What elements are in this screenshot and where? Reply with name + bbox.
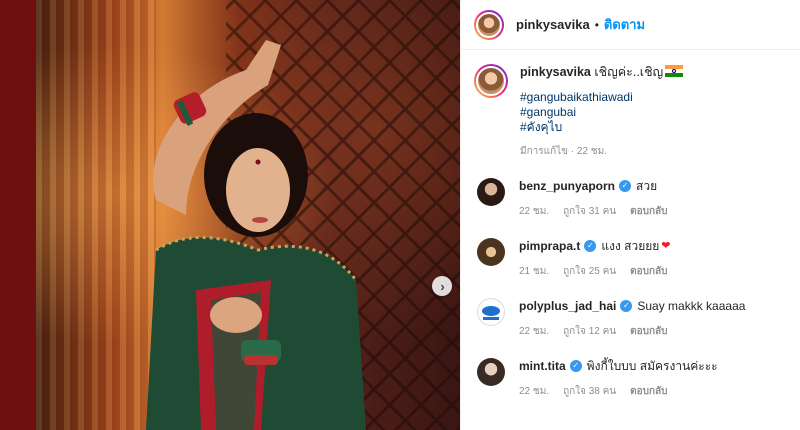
comment-text: แงง สวยยย — [601, 239, 660, 253]
india-flag-icon — [665, 65, 684, 77]
caption-author-avatar[interactable] — [474, 64, 508, 98]
comment-text: พิงกี้ใบบบ สมัครงานค่ะะะ — [586, 359, 718, 373]
comment-likes[interactable]: ถูกใจ 31 คน — [563, 204, 616, 220]
chevron-right-icon: › — [440, 278, 445, 294]
next-photo-button[interactable]: › — [432, 276, 452, 296]
reply-button[interactable]: ตอบกลับ — [630, 264, 667, 280]
verified-badge-icon: ✓ — [584, 240, 597, 252]
heart-emoji-icon: ❤ — [661, 240, 671, 252]
hashtag-link[interactable]: #gangubai — [520, 105, 683, 120]
comment-line: mint.tita ✓ พิงกี้ใบบบ สมัครงานค่ะะะ — [519, 358, 718, 374]
comment-likes[interactable]: ถูกใจ 12 คน — [563, 324, 616, 340]
comment-text: สวย — [636, 179, 658, 193]
commenter-avatar[interactable] — [477, 298, 505, 326]
commenter-avatar[interactable] — [477, 178, 505, 206]
comment-time[interactable]: 22 ชม. — [519, 324, 549, 340]
comment-line: pimprapa.t ✓ แงง สวยยย ❤ — [519, 238, 671, 254]
reply-button[interactable]: ตอบกลับ — [630, 324, 667, 340]
comment-meta: 22 ชม. ถูกใจ 38 คน ตอบกลับ — [519, 384, 718, 400]
caption-author-avatar-image — [476, 66, 506, 96]
post-details-panel: pinkysavika • ติดตาม pinkysavika เชิญค่ะ… — [460, 0, 800, 430]
comment-body: mint.tita ✓ พิงกี้ใบบบ สมัครงานค่ะะะ 22 … — [519, 358, 718, 400]
header-separator: • — [594, 17, 599, 32]
commenter-username[interactable]: benz_punyaporn — [519, 178, 615, 194]
commenter-username[interactable]: pimprapa.t — [519, 238, 580, 254]
comment-meta: 22 ชม. ถูกใจ 12 คน ตอบกลับ — [519, 324, 745, 340]
comment-meta: 22 ชม. ถูกใจ 31 คน ตอบกลับ — [519, 204, 668, 220]
instagram-post-view: › pinkysavika • ติดตาม pinkysavika เชิญค… — [0, 0, 800, 430]
comment-meta: 21 ชม. ถูกใจ 25 คน ตอบกลับ — [519, 264, 671, 280]
comment-body: benz_punyaporn ✓ สวย 22 ชม. ถูกใจ 31 คน … — [519, 178, 668, 220]
caption-body: pinkysavika เชิญค่ะ..เชิญ #gangubaikathi… — [520, 64, 684, 160]
caption-meta: มีการแก้ไข · 22 ชม. — [520, 146, 607, 157]
comment-line: benz_punyaporn ✓ สวย — [519, 178, 668, 194]
reply-button[interactable]: ตอบกลับ — [630, 204, 667, 220]
commenter-avatar[interactable] — [477, 238, 505, 266]
comment-line: polyplus_jad_hai ✓ Suay makkk kaaaaa — [519, 298, 745, 314]
post-photo[interactable] — [36, 0, 460, 430]
hashtag-link[interactable]: #คังคุไบ — [520, 120, 683, 135]
comment-likes[interactable]: ถูกใจ 25 คน — [563, 264, 616, 280]
post-header: pinkysavika • ติดตาม — [461, 0, 800, 50]
dancer-illustration — [146, 40, 366, 430]
caption-hashtags: #gangubaikathiawadi #gangubai #คังคุไบ — [520, 90, 683, 135]
caption-author[interactable]: pinkysavika — [520, 65, 591, 79]
author-avatar[interactable] — [474, 9, 504, 40]
caption-line: pinkysavika เชิญค่ะ..เชิญ — [520, 64, 684, 80]
caption-text: เชิญค่ะ..เชิญ — [594, 65, 664, 79]
commenter-avatar[interactable] — [477, 358, 505, 386]
author-avatar-image — [476, 11, 502, 38]
verified-badge-icon: ✓ — [569, 360, 582, 372]
comment-item: benz_punyaporn ✓ สวย 22 ชม. ถูกใจ 31 คน … — [474, 178, 784, 220]
verified-badge-icon: ✓ — [619, 180, 632, 192]
hashtag-link[interactable]: #gangubaikathiawadi — [520, 90, 683, 105]
author-username[interactable]: pinkysavika — [516, 17, 590, 32]
comment-time[interactable]: 21 ชม. — [519, 264, 549, 280]
comment-body: pimprapa.t ✓ แงง สวยยย ❤ 21 ชม. ถูกใจ 25… — [519, 238, 671, 280]
comment-item: mint.tita ✓ พิงกี้ใบบบ สมัครงานค่ะะะ 22 … — [474, 358, 784, 400]
caption: pinkysavika เชิญค่ะ..เชิญ #gangubaikathi… — [474, 64, 784, 160]
comment-body: polyplus_jad_hai ✓ Suay makkk kaaaaa 22 … — [519, 298, 745, 340]
comments-list[interactable]: pinkysavika เชิญค่ะ..เชิญ #gangubaikathi… — [461, 50, 800, 400]
comment-time[interactable]: 22 ชม. — [519, 204, 549, 220]
comment-item: polyplus_jad_hai ✓ Suay makkk kaaaaa 22 … — [474, 298, 784, 340]
commenter-username[interactable]: mint.tita — [519, 358, 566, 374]
reply-button[interactable]: ตอบกลับ — [630, 384, 667, 400]
commenter-username[interactable]: polyplus_jad_hai — [519, 298, 616, 314]
comment-text: Suay makkk kaaaaa — [637, 299, 746, 313]
verified-badge-icon: ✓ — [620, 300, 633, 312]
comment-item: pimprapa.t ✓ แงง สวยยย ❤ 21 ชม. ถูกใจ 25… — [474, 238, 784, 280]
comment-likes[interactable]: ถูกใจ 38 คน — [563, 384, 616, 400]
follow-button[interactable]: ติดตาม — [604, 14, 645, 35]
comment-time[interactable]: 22 ชม. — [519, 384, 549, 400]
